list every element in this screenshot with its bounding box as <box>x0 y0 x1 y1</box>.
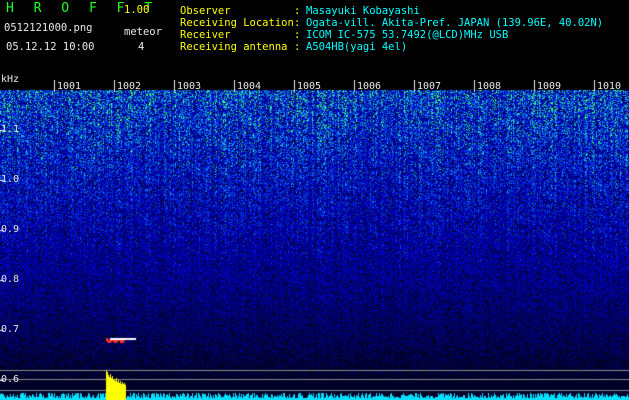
y-tick-label: 0.9 <box>1 224 20 235</box>
antenna-value: A504HB(yagi 4el) <box>306 41 408 53</box>
meteor-label: meteor <box>124 26 162 38</box>
x-tick-label: 1007 <box>417 81 442 92</box>
observer-value: Masayuki Kobayashi <box>306 5 420 17</box>
file-name: 0512121000.png <box>4 22 93 34</box>
y-tick-label: 1.0 <box>1 174 20 185</box>
x-tick-label: 1002 <box>117 81 142 92</box>
datetime: 05.12.12 10:00 <box>6 41 95 53</box>
meteor-count: 4 <box>138 41 145 53</box>
spectrogram <box>0 80 629 400</box>
y-axis-unit: kHz <box>1 74 20 85</box>
y-tick-label: 0.8 <box>1 274 20 285</box>
y-tick-label: 1.1 <box>1 124 20 135</box>
y-tick-label: 0.6 <box>1 374 20 385</box>
x-tick-label: 1003 <box>177 81 202 92</box>
antenna-label: Receiving antenna <box>180 41 288 53</box>
receiver-value: ICOM IC-575 53.7492(@LCD)MHz USB <box>306 29 509 41</box>
x-tick-label: 1010 <box>597 81 622 92</box>
x-tick-label: 1001 <box>57 81 82 92</box>
location-label: Receiving Location <box>180 17 294 29</box>
app-version: 1.00 <box>124 4 150 16</box>
x-tick-label: 1009 <box>537 81 562 92</box>
antenna-colon: : <box>294 41 301 53</box>
location-value: Ogata-vill. Akita-Pref. JAPAN (139.96E, … <box>306 17 604 29</box>
x-tick-label: 1008 <box>477 81 502 92</box>
location-colon: : <box>294 17 301 29</box>
receiver-colon: : <box>294 29 301 41</box>
y-tick-label: 0.7 <box>1 324 20 335</box>
header-panel: H R O F F T 1.00 0512121000.png meteor 0… <box>0 0 629 80</box>
x-tick-label: 1004 <box>237 81 262 92</box>
x-tick-label: 1006 <box>357 81 382 92</box>
observer-label: Observer <box>180 5 231 17</box>
receiver-label: Receiver <box>180 29 231 41</box>
x-tick-label: 1005 <box>297 81 322 92</box>
observer-colon: : <box>294 5 301 17</box>
